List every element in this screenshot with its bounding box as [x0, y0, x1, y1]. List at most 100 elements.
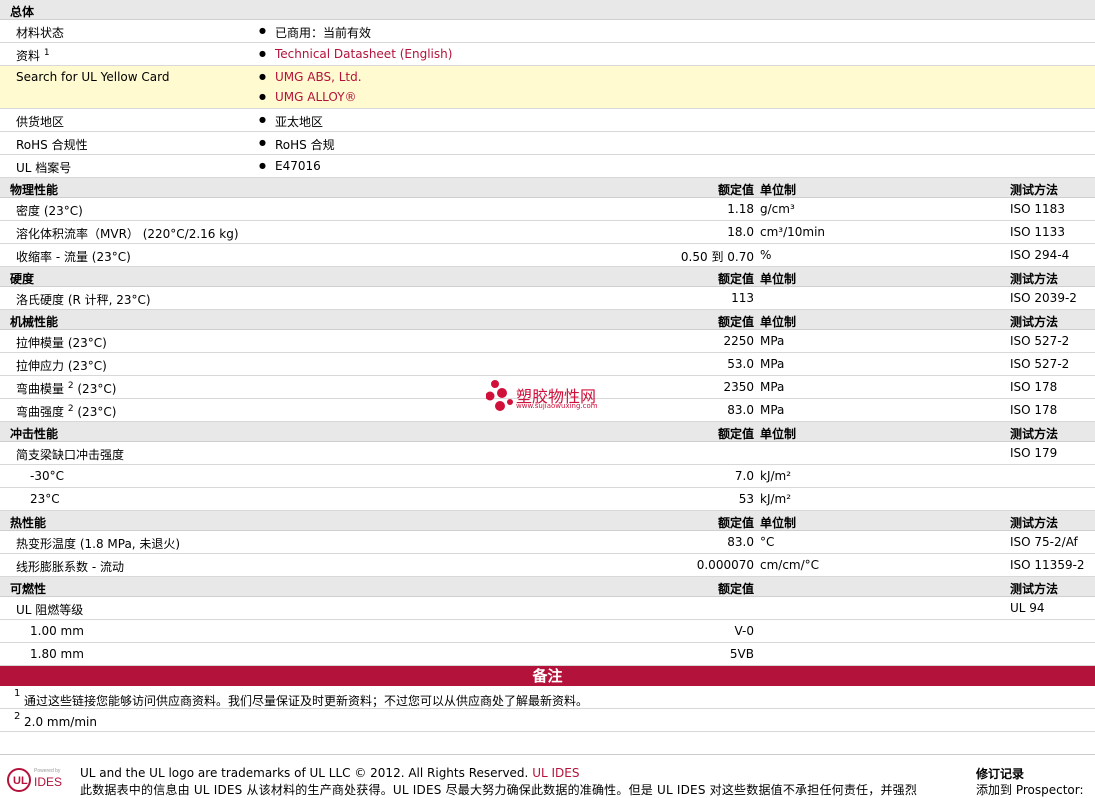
section-general: 总体 [0, 0, 1095, 20]
table-row: UL 阻燃等级 UL 94 [0, 597, 1095, 620]
property-value: 113 [731, 291, 754, 305]
property-label: 溶化体积流率（MVR） (220°C/2.16 kg) [16, 227, 239, 241]
property-label: 弯曲模量 [16, 382, 68, 396]
footer: UL Powered by IDES UL and the UL logo ar… [0, 754, 1095, 797]
umg-abs-link[interactable]: UMG ABS, Ltd. [275, 70, 362, 84]
row-value: RoHS 合规 [275, 138, 335, 152]
property-unit: MPa [760, 334, 785, 348]
header-method: 测试方法 [1010, 315, 1059, 329]
property-unit: °C [760, 535, 775, 549]
property-method: UL 94 [1010, 601, 1045, 615]
property-unit: MPa [760, 380, 785, 394]
property-method: ISO 11359-2 [1010, 558, 1085, 572]
header-nominal: 额定值 [717, 516, 754, 530]
property-method: ISO 179 [1010, 446, 1058, 460]
row-ul-file: UL 档案号 E47016 [0, 155, 1095, 178]
section-impact: 冲击性能 额定值 单位制 测试方法 [0, 422, 1095, 442]
footnote-ref: 1 [43, 48, 50, 58]
property-method: ISO 2039-2 [1010, 291, 1077, 305]
property-value: 7.0 [734, 469, 754, 483]
revision-text: 添加到 Prospector: [976, 783, 1084, 797]
notes-title: 备注 [0, 666, 1095, 686]
footnote: 2 2.0 mm/min [0, 709, 1095, 732]
property-label: UL 阻燃等级 [16, 603, 84, 617]
header-method: 测试方法 [1010, 582, 1059, 596]
property-value: 53 [738, 492, 754, 506]
table-row: 溶化体积流率（MVR） (220°C/2.16 kg) 18.0 cm³/10m… [0, 221, 1095, 244]
property-method: ISO 527-2 [1010, 357, 1070, 371]
property-label: 热变形温度 (1.8 MPa, 未退火) [16, 537, 181, 551]
property-method: ISO 1133 [1010, 225, 1065, 239]
section-thermal: 热性能 额定值 单位制 测试方法 [0, 511, 1095, 531]
table-row: 热变形温度 (1.8 MPa, 未退火) 83.0 °C ISO 75-2/Af [0, 531, 1095, 554]
ul-ides-link[interactable]: UL IDES [532, 766, 579, 780]
property-label: 收缩率 - 流量 (23°C) [16, 250, 131, 264]
row-label: RoHS 合规性 [16, 138, 88, 152]
header-unit: 单位制 [760, 315, 797, 329]
property-method: ISO 527-2 [1010, 334, 1070, 348]
table-row: 23°C 53 kJ/m² [0, 488, 1095, 511]
row-label: UL 档案号 [16, 161, 72, 175]
section-title: 物理性能 [10, 183, 59, 197]
property-sublabel: -30°C [30, 469, 64, 483]
row-label: 供货地区 [16, 115, 65, 129]
table-row: 1.00 mm V-0 [0, 620, 1095, 643]
row-value: 亚太地区 [275, 115, 324, 129]
row-label: 资料 [16, 49, 41, 63]
row-value: E47016 [275, 159, 321, 173]
table-row: 洛氏硬度 (R 计秤, 23°C) 113 ISO 2039-2 [0, 287, 1095, 310]
property-method: ISO 294-4 [1010, 248, 1070, 262]
property-unit: kJ/m² [760, 492, 792, 506]
section-title: 可燃性 [10, 582, 47, 596]
datasheet: 总体 材料状态 已商用：当前有效 资料 1 Technical Datashee… [0, 0, 1095, 732]
property-sublabel: 23°C [30, 492, 60, 506]
property-method: ISO 1183 [1010, 202, 1065, 216]
revision-title: 修订记录 [976, 767, 1025, 781]
section-flammability: 可燃性 额定值 测试方法 [0, 577, 1095, 597]
property-label: 线形膨胀系数 - 流动 [16, 560, 124, 574]
property-unit: g/cm³ [760, 202, 795, 216]
section-title: 机械性能 [10, 315, 59, 329]
table-row: 1.80 mm 5VB [0, 643, 1095, 666]
row-value: 已商用：当前有效 [275, 26, 372, 40]
umg-alloy-link[interactable]: UMG ALLOY® [275, 90, 357, 104]
header-method: 测试方法 [1010, 516, 1059, 530]
table-row: 收缩率 - 流量 (23°C) 0.50 到 0.70 % ISO 294-4 [0, 244, 1095, 267]
header-unit: 单位制 [760, 272, 797, 286]
technical-datasheet-link[interactable]: Technical Datasheet (English) [275, 47, 452, 61]
header-nominal: 额定值 [717, 315, 754, 329]
copyright-text: UL and the UL logo are trademarks of UL … [80, 766, 529, 780]
section-title: 硬度 [10, 272, 35, 286]
property-unit: kJ/m² [760, 469, 792, 483]
svg-text:UL: UL [13, 775, 28, 787]
header-method: 测试方法 [1010, 272, 1059, 286]
property-unit: MPa [760, 357, 785, 371]
property-label: 拉伸模量 (23°C) [16, 336, 107, 350]
property-unit: cm/cm/°C [760, 558, 820, 572]
property-method: ISO 75-2/Af [1010, 535, 1078, 549]
property-value: 83.0 [727, 535, 754, 549]
property-value: 0.000070 [696, 558, 754, 572]
property-sublabel: 1.80 mm [30, 647, 84, 661]
property-unit: % [760, 248, 772, 262]
property-value: V-0 [734, 624, 754, 638]
property-label: 洛氏硬度 (R 计秤, 23°C) [16, 293, 151, 307]
property-value: 0.50 到 0.70 [680, 250, 754, 264]
property-label-tail: (23°C) [73, 382, 117, 396]
property-unit: cm³/10min [760, 225, 826, 239]
property-label-tail: (23°C) [73, 405, 117, 419]
property-unit: MPa [760, 403, 785, 417]
watermark-en: www.sujiaowuxing.com [516, 402, 598, 410]
footnote-number: 2 [14, 711, 21, 722]
row-resources: 资料 1 Technical Datasheet (English) [0, 43, 1095, 66]
svg-text:Powered by: Powered by [34, 768, 61, 774]
table-row: 密度 (23°C) 1.18 g/cm³ ISO 1183 [0, 198, 1095, 221]
property-value: 18.0 [727, 225, 754, 239]
property-label: 密度 (23°C) [16, 204, 83, 218]
header-method: 测试方法 [1010, 183, 1059, 197]
table-row: 简支梁缺口冲击强度 ISO 179 [0, 442, 1095, 465]
section-hardness: 硬度 额定值 单位制 测试方法 [0, 267, 1095, 287]
table-row: -30°C 7.0 kJ/m² [0, 465, 1095, 488]
property-method: ISO 178 [1010, 380, 1058, 394]
property-sublabel: 1.00 mm [30, 624, 84, 638]
